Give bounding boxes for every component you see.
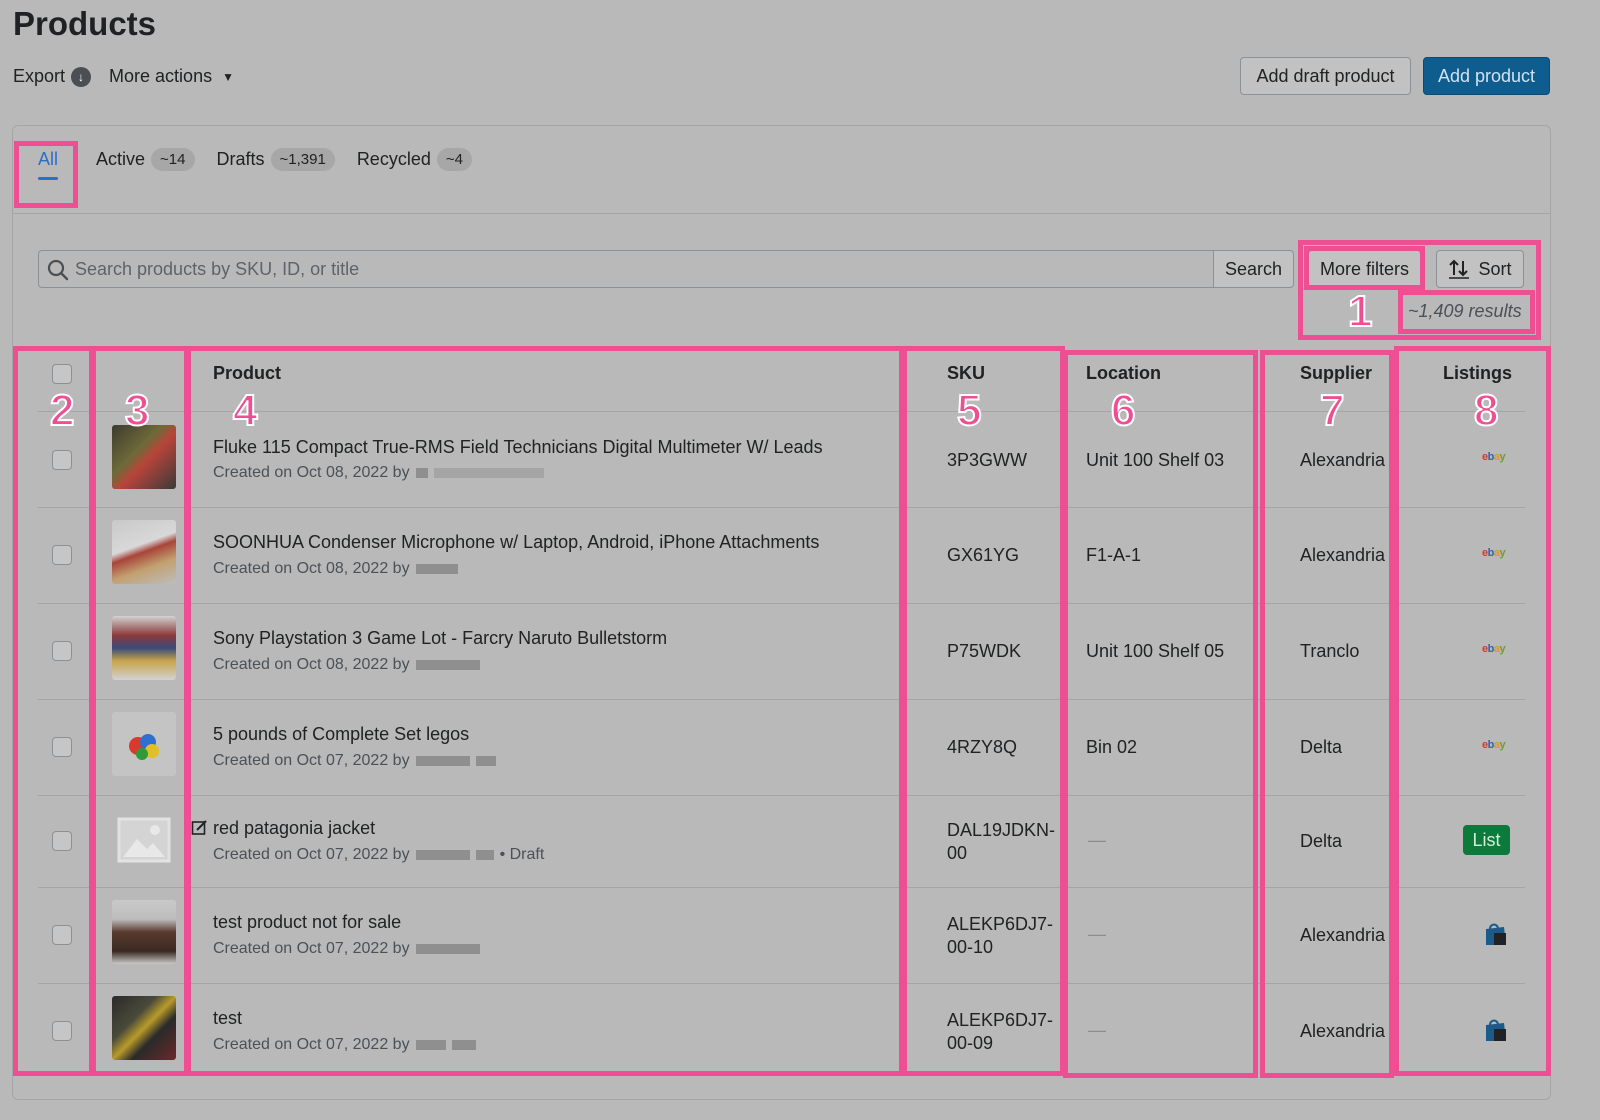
annotation-number-3: 3	[124, 385, 151, 436]
annotation-number-2: 2	[49, 385, 76, 436]
annotation-number-7: 7	[1319, 385, 1346, 436]
tab-recycled[interactable]: Recycled ~4	[357, 148, 472, 171]
more-actions-button[interactable]: More actions ▼	[109, 66, 234, 87]
annotation-number-6: 6	[1110, 385, 1137, 436]
tabs-divider	[13, 213, 1550, 214]
annotation-box-all-tab	[14, 141, 78, 208]
annotation-number-4: 4	[232, 385, 259, 436]
search-placeholder: Search products by SKU, ID, or title	[75, 258, 360, 279]
annotation-box-column-8	[1394, 346, 1551, 1076]
annotation-box-column-3	[91, 346, 189, 1076]
annotation-box-column-4	[186, 346, 904, 1076]
annotation-number-8: 8	[1473, 385, 1500, 436]
export-label: Export	[13, 66, 66, 86]
tab-active-count: ~14	[151, 148, 195, 171]
search-input[interactable]: Search products by SKU, ID, or title	[38, 250, 1214, 288]
tab-recycled-count: ~4	[436, 148, 472, 171]
download-circle-icon: ↓	[71, 66, 92, 87]
toolbar-left: Export ↓ More actions ▼	[13, 66, 252, 87]
annotation-box-column-2	[13, 346, 94, 1076]
annotation-number-5: 5	[956, 385, 983, 436]
tab-active[interactable]: Active ~14	[96, 148, 195, 171]
tab-drafts-label: Drafts	[216, 149, 265, 169]
tab-drafts[interactable]: Drafts ~1,391	[217, 148, 335, 171]
tab-active-label: Active	[96, 149, 146, 169]
annotation-box-column-5	[902, 346, 1065, 1076]
search-icon	[47, 259, 69, 281]
more-actions-label: More actions	[109, 66, 213, 86]
caret-down-icon: ▼	[222, 69, 234, 84]
annotation-number-1: 1	[1347, 286, 1374, 337]
annotation-box-column-7	[1260, 350, 1394, 1078]
tab-recycled-label: Recycled	[356, 149, 431, 169]
add-product-button[interactable]: Add product	[1423, 57, 1550, 95]
search-button[interactable]: Search	[1213, 250, 1294, 288]
export-button[interactable]: Export ↓	[13, 66, 92, 87]
tab-bar: All Active ~14 Drafts ~1,391 Recycled ~4	[22, 148, 494, 180]
page-title: Products	[13, 5, 157, 42]
add-draft-product-button[interactable]: Add draft product	[1240, 57, 1411, 95]
annotation-box-more-filters	[1304, 246, 1425, 290]
annotation-box-results	[1398, 290, 1535, 334]
annotation-box-column-6	[1063, 350, 1258, 1078]
tab-drafts-count: ~1,391	[270, 148, 335, 171]
